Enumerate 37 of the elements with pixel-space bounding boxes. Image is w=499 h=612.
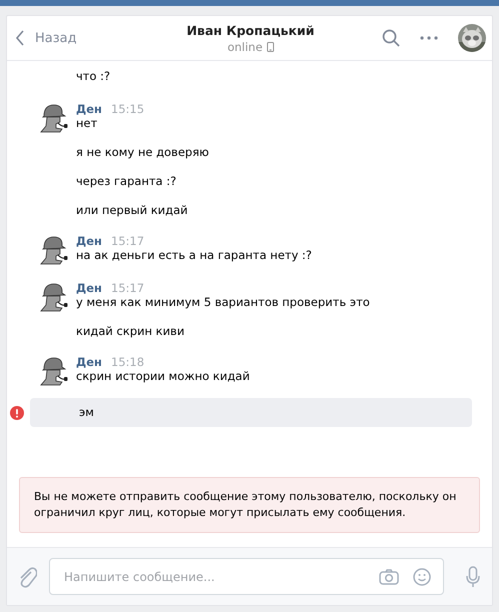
message-text: нет xyxy=(76,116,98,131)
message-text: эм xyxy=(79,405,94,420)
avatar-drawing xyxy=(38,355,68,386)
error-icon xyxy=(10,406,24,420)
camera-icon[interactable] xyxy=(379,568,399,584)
message-text: или первый кидай xyxy=(76,203,189,218)
message-time: 15:15 xyxy=(111,102,144,116)
message-text: у меня как минимум 5 вариантов проверить это xyxy=(76,295,370,310)
message-text: через гаранта :? xyxy=(76,174,178,189)
failed-message-row[interactable]: эм xyxy=(30,398,472,427)
notice-message: Вы не можете отправить сообщение этому пользователю, поскольку он ограничил круг лиц, которые могут присылать ему сообщения. xyxy=(19,477,480,533)
message-text: скрин истории можно кидай xyxy=(76,369,250,384)
message-text: что :? xyxy=(76,69,110,84)
message-time: 15:17 xyxy=(111,234,144,248)
phone-icon[interactable] xyxy=(266,42,274,52)
avatar-drawing xyxy=(38,234,68,265)
search-icon[interactable] xyxy=(382,29,400,47)
more-icon[interactable] xyxy=(420,36,438,40)
author-name[interactable]: Ден xyxy=(76,234,102,248)
author-name[interactable]: Ден xyxy=(76,281,102,295)
author-name[interactable]: Ден xyxy=(76,102,102,116)
message-time: 15:17 xyxy=(111,281,144,295)
message-input[interactable]: Напишите сообщение... xyxy=(62,568,365,584)
avatar-drawing xyxy=(38,102,68,133)
back-button[interactable]: Назад xyxy=(15,30,165,46)
message-text: кидай скрин киви xyxy=(76,324,186,339)
online-status: online xyxy=(227,40,263,54)
author-name[interactable]: Ден xyxy=(76,355,102,369)
chevron-left-icon[interactable] xyxy=(15,30,25,46)
contact-name[interactable]: Иван Кропацький xyxy=(186,22,314,38)
emoji-icon[interactable] xyxy=(413,568,431,586)
message-field[interactable]: Напишите сообщение... xyxy=(49,558,444,595)
microphone-icon[interactable] xyxy=(466,566,480,588)
avatar-drawing xyxy=(38,281,68,312)
message-text: на ак деньги есть а на гаранта нету :? xyxy=(76,248,312,263)
message-text: я не кому не доверяю xyxy=(76,145,209,160)
message-time: 15:18 xyxy=(111,355,144,369)
